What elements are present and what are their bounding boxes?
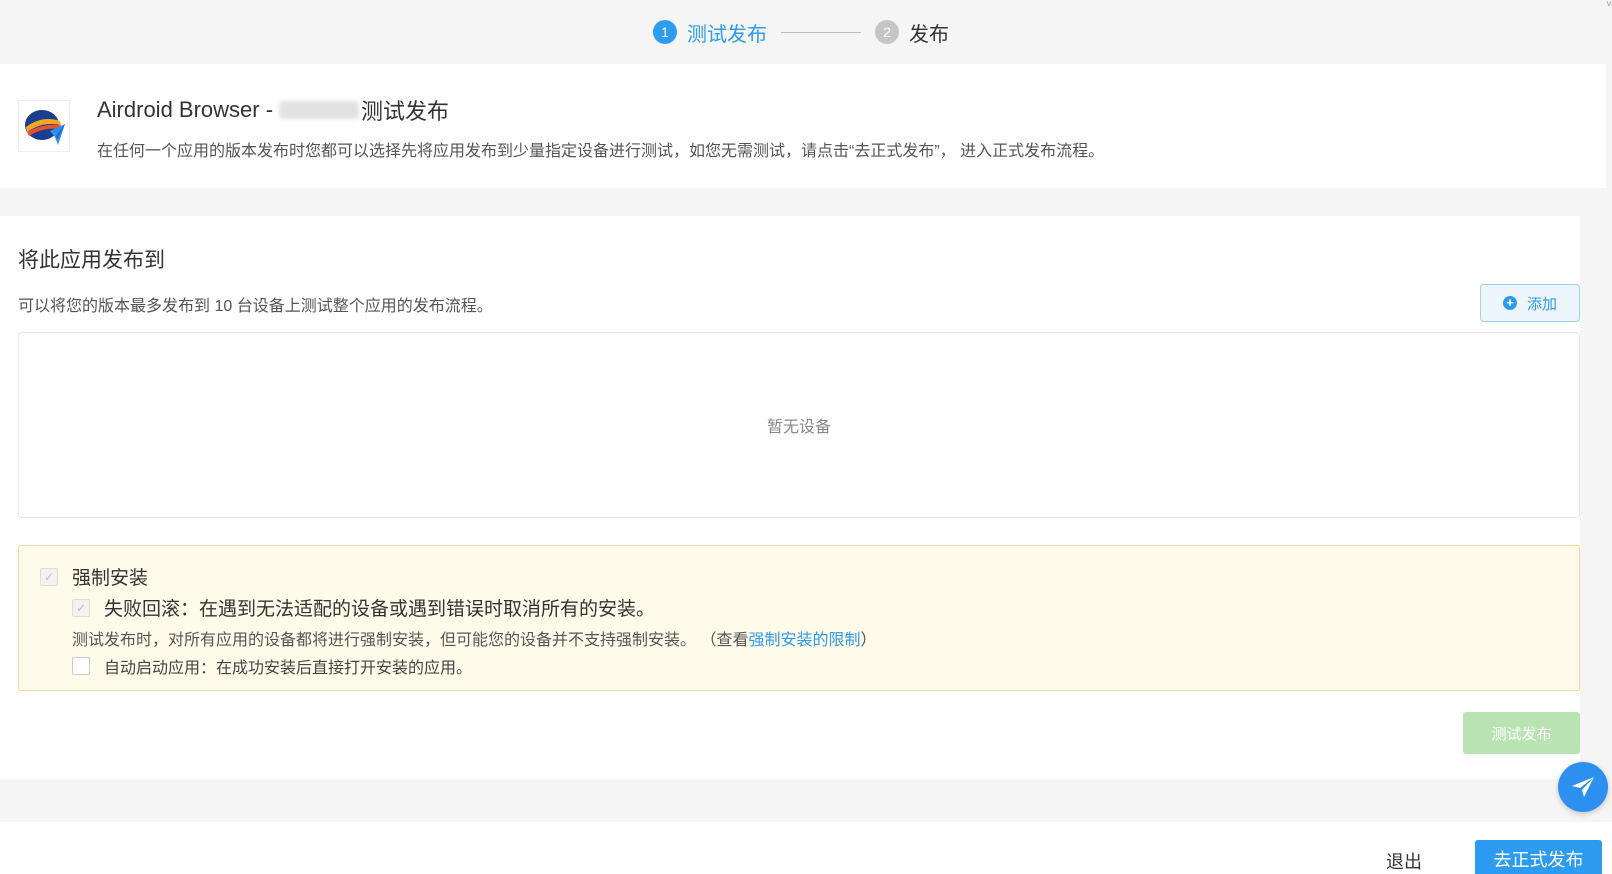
rollback-option: ✓ 失败回滚：在遇到无法适配的设备或遇到错误时取消所有的安装。 <box>72 594 655 621</box>
go-publish-button[interactable]: 去正式发布 <box>1475 840 1602 874</box>
note-suffix: ） <box>860 632 877 649</box>
step-label: 测试发布 <box>687 23 767 46</box>
footer-bar: 退出 去正式发布 <box>0 822 1612 874</box>
send-feedback-button[interactable] <box>1558 762 1608 812</box>
auto-launch-checkbox[interactable] <box>72 657 90 675</box>
section-title: 将此应用发布到 <box>18 249 165 272</box>
add-device-button[interactable]: + 添加 <box>1480 284 1580 322</box>
test-publish-button[interactable]: 测试发布 <box>1463 712 1580 754</box>
auto-launch-option: 自动启动应用：在成功安装后直接打开安装的应用。 <box>72 654 472 678</box>
app-description: 在任何一个应用的版本发布时您都可以选择先将应用发布到少量指定设备进行测试，如您无… <box>97 143 1105 160</box>
redacted-version <box>279 101 360 119</box>
publish-stepper: 1 测试发布 2 发布 <box>0 0 1612 64</box>
rollback-checkbox[interactable]: ✓ <box>72 598 90 617</box>
plus-circle-icon: + <box>1502 296 1517 310</box>
publish-target-card: 将此应用发布到 可以将您的版本最多发布到 10 台设备上测试整个应用的发布流程。… <box>0 216 1580 779</box>
install-options-panel: ✓ 强制安装 ✓ 失败回滚：在遇到无法适配的设备或遇到错误时取消所有的安装。 测… <box>18 545 1580 691</box>
corner-chevron-icon: ˅ <box>1606 0 1612 10</box>
step-number: 2 <box>875 20 899 44</box>
device-list: 暂无设备 <box>18 332 1580 518</box>
note-text: 测试发布时，对所有应用的设备都将进行强制安装，但可能您的设备并不支持强制安装。 … <box>72 632 749 649</box>
step-connector <box>781 31 861 33</box>
force-install-note: 测试发布时，对所有应用的设备都将进行强制安装，但可能您的设备并不支持强制安装。 … <box>72 626 876 650</box>
app-name: Airdroid Browser - <box>97 97 274 122</box>
empty-state-text: 暂无设备 <box>766 419 831 436</box>
app-logo-icon <box>18 100 70 152</box>
app-title: Airdroid Browser - 测试发布 <box>97 94 449 126</box>
force-install-label: 强制安装 <box>72 568 149 589</box>
step-number: 1 <box>653 20 677 44</box>
app-header-card: Airdroid Browser - 测试发布 在任何一个应用的版本发布时您都可… <box>0 64 1606 188</box>
rollback-label: 失败回滚：在遇到无法适配的设备或遇到错误时取消所有的安装。 <box>104 599 656 620</box>
step-label: 发布 <box>909 23 949 46</box>
force-install-checkbox[interactable]: ✓ <box>40 567 58 586</box>
section-description: 可以将您的版本最多发布到 10 台设备上测试整个应用的发布流程。 <box>18 298 493 315</box>
step-publish: 2 发布 <box>875 18 949 47</box>
exit-button[interactable]: 退出 <box>1386 848 1422 874</box>
step-test-publish: 1 测试发布 <box>653 18 767 47</box>
paper-plane-icon <box>1572 777 1594 797</box>
force-install-limits-link[interactable]: 强制安装的限制 <box>748 626 860 650</box>
auto-launch-label: 自动启动应用：在成功安装后直接打开安装的应用。 <box>104 660 473 677</box>
app-version-label: 测试发布 <box>361 99 450 124</box>
force-install-option: ✓ 强制安装 <box>40 563 148 590</box>
add-button-label: 添加 <box>1526 295 1557 313</box>
